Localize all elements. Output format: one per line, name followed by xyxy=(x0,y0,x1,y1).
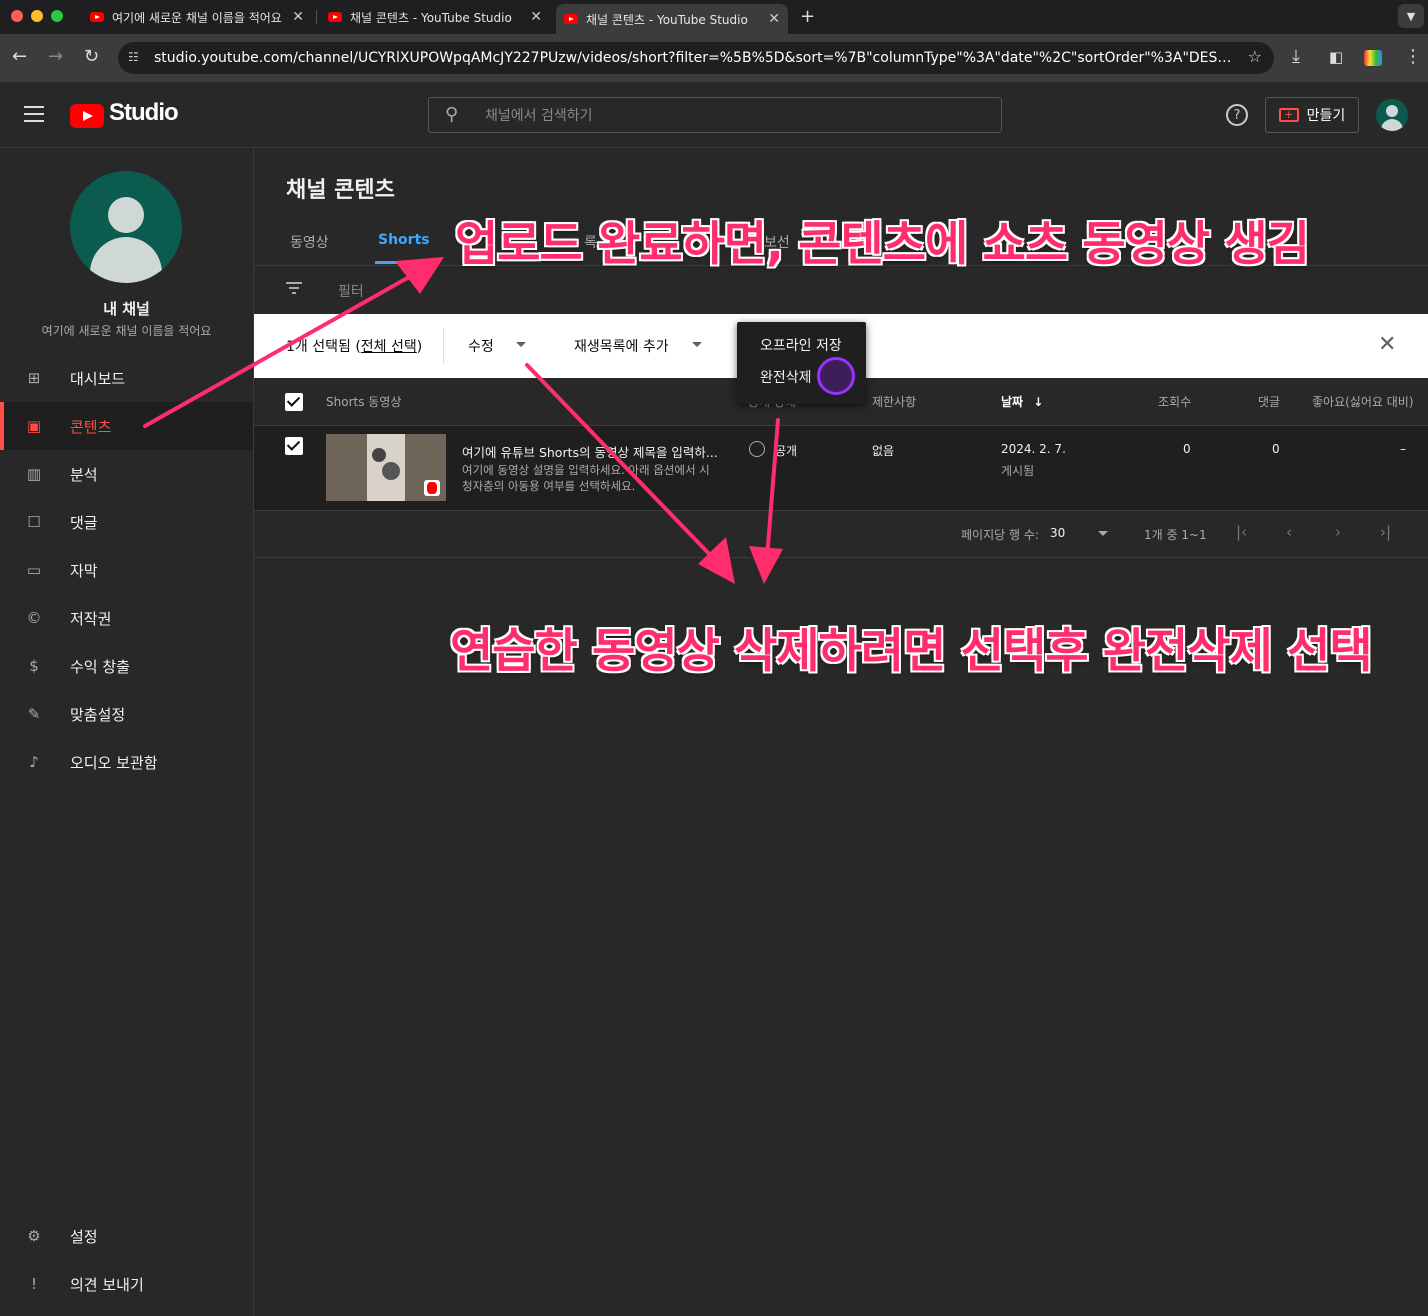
arrow-to-edit xyxy=(525,363,719,564)
arrowhead-to-shorts-tab xyxy=(395,257,444,294)
arrow-to-shorts-tab xyxy=(143,270,420,428)
arrowhead-to-delete xyxy=(749,546,783,584)
annotation-top-text: 업로드 완료하면, 콘텐츠에 쇼츠 동영상 생김 xyxy=(454,216,1311,273)
arrowhead-to-edit xyxy=(698,537,735,584)
arrow-to-delete xyxy=(765,418,780,560)
annotation-bottom-text: 연습한 동영상 삭제하려면 선택후 완전삭제 선택 xyxy=(449,623,1374,680)
